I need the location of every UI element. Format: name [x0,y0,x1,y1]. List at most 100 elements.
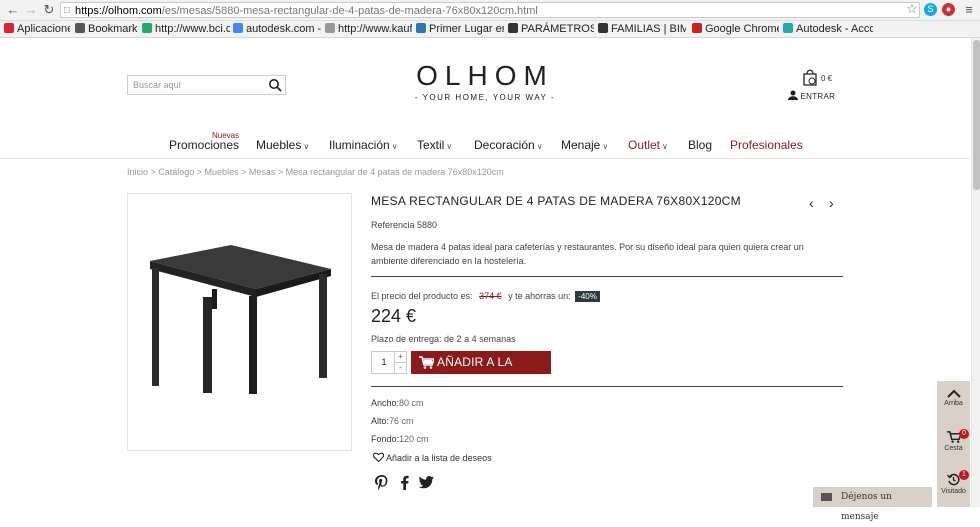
cart-amount: 0 € [821,74,833,83]
back-icon[interactable]: ← [6,3,20,17]
next-product-icon[interactable]: › [829,195,834,211]
shopping-bag-icon [803,69,817,86]
chevron-down-icon: ∨ [446,142,453,151]
floating-panel: Arriba Cesta 0 Visitado 1 [937,381,970,507]
search-box [127,75,286,95]
page-icon [325,23,335,33]
site-logo[interactable]: OLHOM - YOUR HOME, YOUR WAY - [380,60,590,102]
savings-label: y te ahorras un: [508,291,571,301]
bookmark-item[interactable]: FAMILIAS | BIMCH [598,22,686,36]
bookmark-item[interactable]: autodesk.com - [233,22,321,36]
menu-item[interactable]: Decoración ∨ [474,138,543,152]
old-price: 374 € [479,291,502,301]
bookmark-label: Primer Lugar en [429,23,504,35]
scrollbar[interactable] [971,38,980,507]
menu-item[interactable]: Blog [688,138,712,152]
scrollbar-thumb[interactable] [973,40,980,190]
search-icon[interactable] [268,78,282,92]
skype-extension-icon[interactable]: S [924,3,937,16]
bookmark-item[interactable]: PARÁMETROS EN [508,22,594,36]
product-description: Mesa de madera 4 patas ideal para cafete… [371,242,804,266]
side-cart-label: Cesta [944,445,963,452]
menu-item[interactable]: Iluminación ∨ [329,138,398,152]
wishlist-link[interactable]: Añadir a la lista de deseos [372,452,492,463]
menu-item[interactable]: Menaje ∨ [561,138,608,152]
google-icon [233,23,243,33]
bookmark-star-icon[interactable]: ☆ [905,2,919,16]
menu-item[interactable]: Textil ∨ [417,138,452,152]
address-bar[interactable]: □ https://olhom.com/es/mesas/5880-mesa-r… [60,2,920,18]
logo-tagline: - YOUR HOME, YOUR WAY - [414,93,556,102]
product-image[interactable] [127,193,352,451]
product-reference: Referencia 5880 [371,220,438,230]
menu-item-label: Profesionales [730,138,803,152]
spec-height: Alto:76 cm [371,416,414,426]
bookmark-item[interactable]: Google Chrome - [692,22,779,36]
search-input[interactable] [128,76,268,94]
leave-message-label: Déjenos un mensaje [841,492,892,522]
chevron-down-icon: ∨ [303,142,310,151]
url-path: /es/mesas/5880-mesa-rectangular-de-4-pat… [161,5,538,17]
pinterest-icon[interactable] [375,475,389,490]
leave-message-tab[interactable]: Déjenos un mensaje [813,487,932,522]
bci-icon [142,23,152,33]
bookmark-label: autodesk.com - [246,23,321,35]
login-label: ENTRAR [800,92,836,101]
chrome-menu-icon[interactable]: ≡ [962,3,976,17]
visited-count-badge: 1 [959,470,969,480]
chevron-down-icon: ∨ [662,142,668,151]
page-icon [416,23,426,33]
menu-item-label: Promociones [169,138,240,152]
quantity-input[interactable]: 1 [372,352,396,373]
table-image [150,245,331,394]
menu-item[interactable]: Outlet ∨ [628,138,668,152]
product-price: 224 € [371,306,417,326]
header-divider [0,158,970,159]
login-link[interactable]: ENTRAR [788,90,835,101]
bookmark-item[interactable]: Bookmarks [75,22,137,36]
twitter-icon[interactable] [419,475,434,490]
menu-item[interactable]: Profesionales [730,138,803,152]
quantity-increase-icon[interactable]: + [394,352,406,363]
quantity-decrease-icon[interactable]: - [394,363,406,373]
extension-icon[interactable]: ● [942,3,955,16]
add-to-cart-button[interactable]: AÑADIR A LA CESTA [411,351,551,392]
facebook-icon[interactable] [398,475,412,490]
bookmark-item[interactable]: Autodesk - Acco [783,22,873,36]
menu-item[interactable]: Promociones [169,138,239,152]
autodesk-icon [783,23,793,33]
url-host: https://olhom.com [75,5,162,17]
bookmark-label: http://www.bci.cl [155,23,230,35]
bookmark-item[interactable]: http://www.kaufmann.c [325,22,412,36]
breadcrumb[interactable]: Inicio > Catálogo > Muebles > Mesas > Me… [127,167,504,177]
menu-item-label: Menaje [561,138,601,152]
price-info: El precio del producto es: 374 € y te ah… [371,291,600,302]
back-to-top-button[interactable]: Arriba [937,389,970,407]
browser-toolbar: ← → ↻ □ https://olhom.com/es/mesas/5880-… [0,0,980,21]
bookmark-label: PARÁMETROS EN [521,23,594,35]
divider [371,386,843,387]
chevron-down-icon: ∨ [536,142,543,151]
spec-width: Ancho:80 cm [371,398,424,408]
menu-item-label: Textil [417,138,445,152]
bookmark-label: FAMILIAS | BIMCH [611,23,686,35]
bookmark-item[interactable]: Primer Lugar en [416,22,504,36]
prev-product-icon[interactable]: ‹ [809,195,814,211]
envelope-icon [821,493,832,501]
forward-icon[interactable]: → [24,3,38,17]
reload-icon[interactable]: ↻ [42,3,56,17]
discount-badge: -40% [575,291,600,302]
user-icon [788,90,798,100]
cart-count-badge: 0 [959,429,969,439]
delivery-time: Plazo de entrega: de 2 a 4 semanas [371,334,516,344]
chevron-up-icon [946,389,961,398]
quantity-stepper[interactable]: 1 + - [371,351,407,374]
menu-item-label: Iluminación [329,138,390,152]
bookmark-label: Google Chrome - [705,23,779,35]
bookmark-item[interactable]: http://www.bci.cl [142,22,230,36]
menu-item[interactable]: Muebles ∨ [256,138,309,152]
logo-text: OLHOM [416,60,554,91]
menu-item-label: Decoración [474,138,535,152]
bookmark-item[interactable]: Aplicaciones [4,22,70,36]
google-icon [692,23,702,33]
